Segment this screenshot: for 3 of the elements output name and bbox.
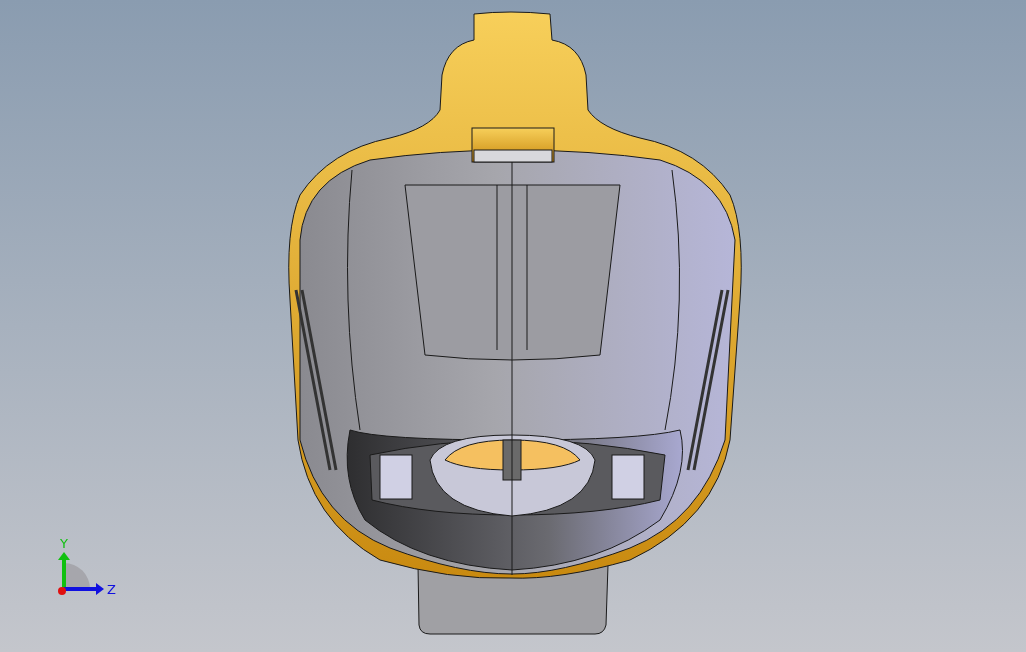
axis-label: Y bbox=[60, 536, 68, 551]
origin-dot bbox=[58, 587, 66, 595]
axis-label: Z bbox=[107, 582, 116, 597]
